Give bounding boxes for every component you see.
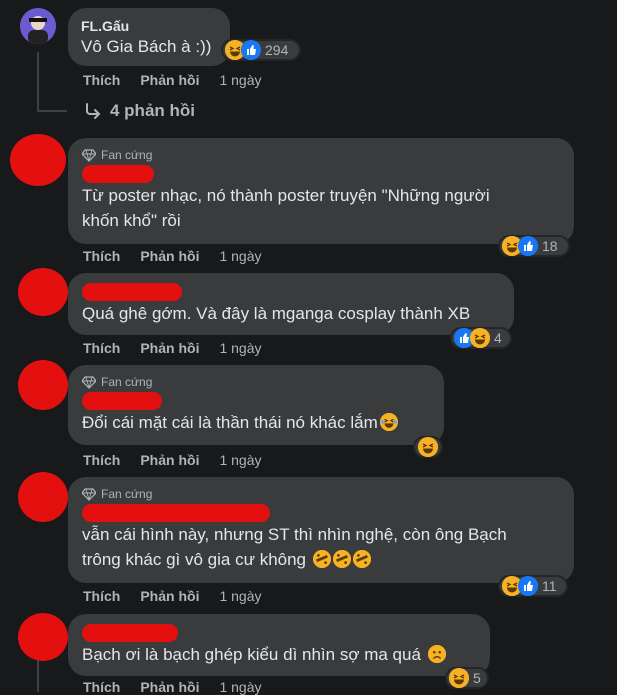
comment-text: Vô Gia Bách à :)) (81, 37, 212, 56)
comment-bubble: Fan cứng vẫn cái hình này, nhưng ST thì … (68, 477, 574, 583)
comment-text-content: Bạch ơi là bạch ghép kiểu dì nhìn sợ ma … (82, 645, 421, 664)
fan-badge-label: Fan cứng (101, 487, 153, 501)
reaction-count: 18 (542, 238, 558, 254)
redacted-author-name (82, 392, 162, 410)
reaction-count: 4 (494, 330, 502, 346)
timestamp[interactable]: 1 ngày (219, 452, 261, 468)
haha-icon (470, 328, 490, 348)
like-button[interactable]: Thích (83, 588, 120, 604)
reaction-summary[interactable] (413, 436, 443, 458)
avatar[interactable] (18, 613, 68, 661)
reply-button[interactable]: Phản hồi (140, 452, 199, 468)
comment-text: Đổi cái mặt cái là thần thái nó khác lắm (82, 410, 430, 435)
redacted-author-name (82, 624, 178, 642)
comment-author[interactable]: FL.Gấu (81, 17, 217, 35)
comment-actions: Thích Phản hồi 1 ngày (83, 72, 262, 88)
comment-bubble: Bạch ơi là bạch ghép kiểu dì nhìn sợ ma … (68, 614, 490, 676)
comment-text: Bạch ơi là bạch ghép kiểu dì nhìn sợ ma … (82, 642, 476, 667)
replies-count: 4 phản hồi (110, 101, 195, 120)
reaction-count: 294 (265, 42, 289, 58)
fan-badge: Fan cứng (82, 487, 560, 501)
like-icon (241, 40, 261, 60)
redacted-author-name (82, 504, 270, 522)
comment-bubble: Fan cứng Đổi cái mặt cái là thần thái nó… (68, 365, 444, 445)
reaction-summary[interactable]: 294 (221, 39, 301, 61)
comment-actions: Thích Phản hồi 1 ngày (83, 452, 262, 468)
comment-text: Quá ghê gớm. Và đây là mganga cosplay th… (82, 304, 471, 323)
reply-button[interactable]: Phản hồi (140, 248, 199, 264)
fan-badge: Fan cứng (82, 375, 430, 389)
fan-badge-label: Fan cứng (101, 148, 153, 162)
timestamp[interactable]: 1 ngày (219, 72, 261, 88)
rofl-emoji (332, 550, 351, 568)
diamond-icon (82, 488, 96, 501)
comment-bubble: Quá ghê gớm. Và đây là mganga cosplay th… (68, 273, 514, 335)
reaction-count: 11 (542, 578, 557, 594)
reply-button[interactable]: Phản hồi (140, 72, 199, 88)
comment-text-content: vẫn cái hình này, nhưng ST thì nhìn nghệ… (82, 525, 507, 569)
avatar[interactable] (10, 134, 66, 186)
timestamp[interactable]: 1 ngày (219, 340, 261, 356)
comment-actions: Thích Phản hồi 1 ngày (83, 679, 262, 695)
avatar[interactable] (20, 8, 56, 44)
redacted-author-name (82, 283, 182, 301)
reaction-summary[interactable]: 18 (498, 235, 570, 257)
timestamp[interactable]: 1 ngày (219, 248, 261, 264)
like-button[interactable]: Thích (83, 679, 120, 695)
comment-actions: Thích Phản hồi 1 ngày (83, 248, 262, 264)
reply-button[interactable]: Phản hồi (140, 340, 199, 356)
thread-line (37, 110, 67, 112)
thread-line (37, 52, 39, 112)
comment-bubble: FL.Gấu Vô Gia Bách à :)) (68, 8, 230, 66)
reaction-summary[interactable]: 5 (445, 667, 489, 689)
comment-text: Từ poster nhạc, nó thành poster truyện "… (82, 186, 490, 230)
haha-icon (418, 437, 438, 457)
timestamp[interactable]: 1 ngày (219, 588, 261, 604)
rofl-emoji (312, 550, 331, 568)
redacted-author-name (82, 165, 154, 183)
like-button[interactable]: Thích (83, 340, 120, 356)
like-button[interactable]: Thích (83, 248, 120, 264)
comment-text: vẫn cái hình này, nhưng ST thì nhìn nghệ… (82, 522, 560, 572)
avatar[interactable] (18, 360, 68, 410)
timestamp[interactable]: 1 ngày (219, 679, 261, 695)
rofl-emoji (352, 550, 371, 568)
like-button[interactable]: Thích (83, 72, 120, 88)
like-icon (518, 236, 538, 256)
comment-bubble: Fan cứng Từ poster nhạc, nó thành poster… (68, 138, 574, 244)
comment-text-content: Đổi cái mặt cái là thần thái nó khác lắm (82, 413, 378, 432)
avatar[interactable] (18, 268, 68, 316)
reply-arrow-icon (86, 103, 101, 119)
diamond-icon (82, 149, 96, 162)
reaction-summary[interactable]: 4 (450, 327, 512, 349)
like-button[interactable]: Thích (83, 452, 120, 468)
view-replies-button[interactable]: 4 phản hồi (84, 101, 195, 121)
comment-actions: Thích Phản hồi 1 ngày (83, 588, 262, 604)
reaction-count: 5 (473, 670, 481, 686)
fan-badge-label: Fan cứng (101, 375, 153, 389)
reply-button[interactable]: Phản hồi (140, 588, 199, 604)
fan-badge: Fan cứng (82, 148, 560, 162)
reply-button[interactable]: Phản hồi (140, 679, 199, 695)
diamond-icon (82, 376, 96, 389)
like-icon (518, 576, 538, 596)
reaction-summary[interactable]: 11 (498, 575, 568, 597)
avatar[interactable] (18, 472, 68, 522)
avatar-image-icon (20, 8, 56, 44)
crying-laugh-emoji (379, 413, 398, 431)
comment-actions: Thích Phản hồi 1 ngày (83, 340, 262, 356)
haha-icon (449, 668, 469, 688)
worried-emoji (427, 645, 446, 663)
